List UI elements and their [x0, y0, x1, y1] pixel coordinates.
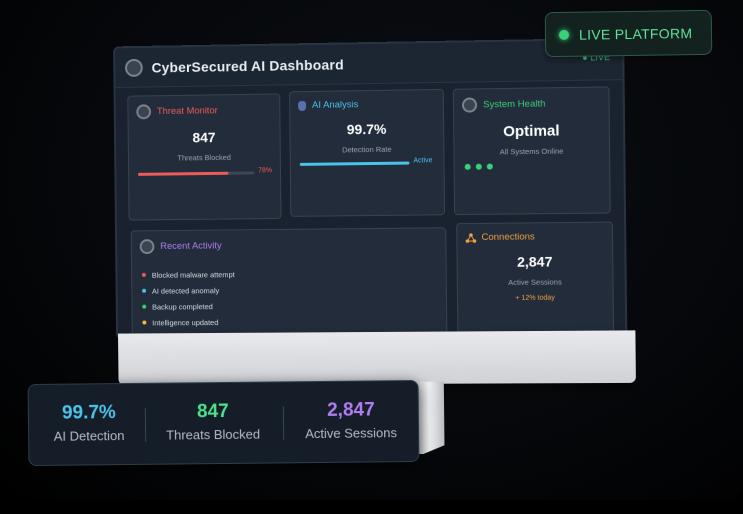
divider [282, 406, 285, 441]
live-platform-badge: LIVE PLATFORM [544, 9, 713, 58]
list-item: AI detected anomaly [142, 282, 235, 299]
card-title: AI Analysis [311, 99, 359, 111]
activity-text: Backup completed [152, 301, 213, 312]
threats-value: 847 [192, 129, 216, 146]
live-platform-text: LIVE PLATFORM [578, 24, 693, 43]
logo-icon [124, 58, 143, 77]
detection-caption: Detection Rate [342, 144, 392, 155]
stat-value: 99.7% [61, 402, 116, 424]
stat-threats-blocked: 847 Threats Blocked [153, 400, 273, 443]
stat-ai-detection: 99.7% AI Detection [29, 402, 149, 444]
activity-text: AI detected anomaly [151, 285, 220, 296]
window-title: CyberSecured AI Dashboard [151, 55, 344, 76]
card-header: Threat Monitor [136, 103, 218, 120]
threat-progress-bar [137, 171, 255, 176]
activity-dot [141, 272, 146, 277]
card-header: AI Analysis [298, 99, 358, 111]
activity-dot [142, 320, 147, 325]
card-title: Recent Activity [160, 240, 222, 252]
status-dot [464, 163, 471, 170]
health-icon [461, 97, 478, 113]
activity-dot [142, 304, 147, 309]
status-dot [486, 163, 493, 170]
card-header: Recent Activity [139, 238, 222, 255]
health-value: Optimal [503, 122, 560, 141]
threats-caption: Threats Blocked [177, 152, 231, 163]
list-item: Intelligence updated [142, 314, 235, 331]
system-health-card[interactable]: System Health Optimal All Systems Online [452, 86, 611, 216]
ai-analysis-card[interactable]: AI Analysis 99.7% Detection Rate Active [289, 88, 446, 217]
recent-activity-card[interactable]: Recent Activity Blocked malware attempt … [130, 227, 448, 340]
status-dot [475, 163, 482, 170]
threat-icon [136, 104, 152, 120]
stat-label: Active Sessions [305, 425, 398, 442]
card-title: Connections [481, 231, 535, 243]
threat-progress-text: 78% [258, 167, 273, 175]
live-dot-icon [558, 29, 570, 40]
dashboard-window: CyberSecured AI Dashboard ● LIVE Threat … [113, 37, 628, 340]
threat-progress-fill [137, 171, 229, 176]
activity-text: Intelligence updated [152, 317, 219, 327]
card-header: System Health [461, 96, 546, 113]
activity-text: Blocked malware attempt [151, 269, 235, 280]
sessions-caption: Active Sessions [508, 277, 562, 287]
sessions-trend: + 12% today [515, 294, 555, 302]
detection-value: 99.7% [346, 120, 387, 138]
monitor-chin [118, 330, 636, 386]
activity-icon [139, 239, 155, 255]
health-caption: All Systems Online [499, 146, 564, 157]
card-header: Connections [465, 231, 535, 243]
stat-label: AI Detection [53, 428, 125, 444]
activity-dot [142, 288, 147, 293]
network-icon [465, 232, 477, 243]
detection-bar [299, 161, 410, 166]
status-dots [464, 163, 493, 170]
activity-list: Blocked malware attempt AI detected anom… [141, 266, 235, 331]
card-title: Threat Monitor [156, 105, 218, 118]
monitor: CyberSecured AI Dashboard ● LIVE Threat … [113, 37, 638, 393]
threat-monitor-card[interactable]: Threat Monitor 847 Threats Blocked 78% [127, 93, 282, 221]
list-item: Backup completed [142, 298, 235, 315]
list-item: Blocked malware attempt [141, 266, 235, 283]
stat-value: 847 [196, 400, 229, 423]
analysis-status: Active [413, 157, 433, 165]
shield-icon [298, 100, 307, 111]
stats-panel: 99.7% AI Detection 847 Threats Blocked 2… [27, 379, 420, 467]
stat-active-sessions: 2,847 Active Sessions [291, 399, 411, 441]
card-title: System Health [483, 98, 546, 111]
stat-value: 2,847 [326, 399, 375, 421]
sessions-value: 2,847 [516, 253, 553, 270]
connections-card[interactable]: Connections 2,847 Active Sessions + 12% … [456, 221, 615, 340]
stat-label: Threats Blocked [166, 426, 261, 443]
